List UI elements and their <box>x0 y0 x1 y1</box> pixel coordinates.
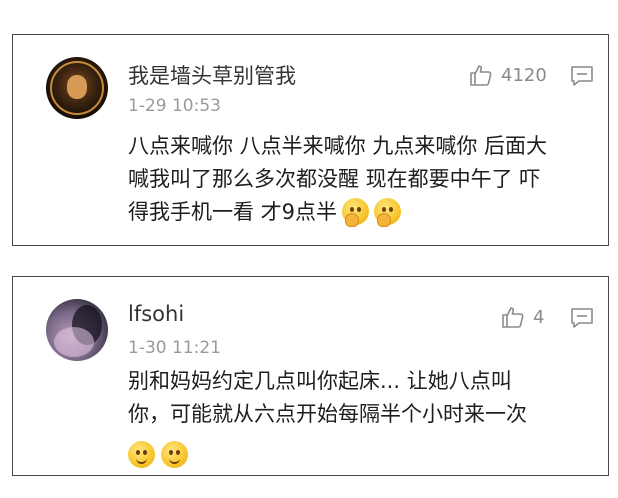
emoji-mouth <box>169 456 180 464</box>
emoji-hand <box>377 213 392 227</box>
like-count: 4 <box>533 306 545 328</box>
avatar-shape <box>54 327 94 357</box>
emoji-hand <box>345 213 360 227</box>
thinking-face-emoji <box>374 198 402 227</box>
emoji-mouth <box>136 456 147 464</box>
user-avatar[interactable] <box>46 57 108 119</box>
comment-line-with-emoji: 得我手机一看 才9点半 <box>128 196 598 229</box>
avatar-face <box>67 75 87 99</box>
user-avatar[interactable] <box>46 299 108 361</box>
reply-comment-icon[interactable] <box>570 307 594 329</box>
like-button[interactable]: 4 <box>501 304 544 330</box>
comment-text: 八点来喊你 八点半来喊你 九点来喊你 后面大 喊我叫了那么多次都没醒 现在都要中… <box>128 130 598 229</box>
comment-card: lfsohi 1-30 11:21 4 别和妈妈约定几点叫你起床... 让她八点… <box>12 276 609 476</box>
thumbs-up-icon <box>470 65 492 86</box>
username[interactable]: lfsohi <box>128 302 184 326</box>
comment-text: 别和妈妈约定几点叫你起床... 让她八点叫 你，可能就从六点开始每隔半个小时来一… <box>128 365 598 472</box>
comment-line: 别和妈妈约定几点叫你起床... 让她八点叫 <box>128 369 512 393</box>
comment-line: 八点来喊你 八点半来喊你 九点来喊你 后面大 <box>128 134 548 158</box>
emoji-row <box>128 439 598 472</box>
smile-face-emoji <box>161 441 188 468</box>
like-button[interactable]: 4120 <box>469 62 547 88</box>
like-count: 4120 <box>501 64 547 86</box>
smile-face-emoji <box>128 441 155 468</box>
thinking-face-emoji <box>342 198 370 227</box>
comment-line: 得我手机一看 才9点半 <box>128 200 338 224</box>
thumbs-up-icon <box>502 307 524 328</box>
comment-line: 你，可能就从六点开始每隔半个小时来一次 <box>128 402 527 426</box>
timestamp: 1-30 11:21 <box>128 338 221 358</box>
comment-line: 喊我叫了那么多次都没醒 现在都要中午了 吓 <box>128 167 541 191</box>
reply-comment-icon[interactable] <box>570 65 594 87</box>
username[interactable]: 我是墙头草别管我 <box>128 60 296 90</box>
timestamp: 1-29 10:53 <box>128 96 221 116</box>
comment-card: 我是墙头草别管我 1-29 10:53 4120 八点来喊你 八点半来喊你 九点… <box>12 34 609 246</box>
